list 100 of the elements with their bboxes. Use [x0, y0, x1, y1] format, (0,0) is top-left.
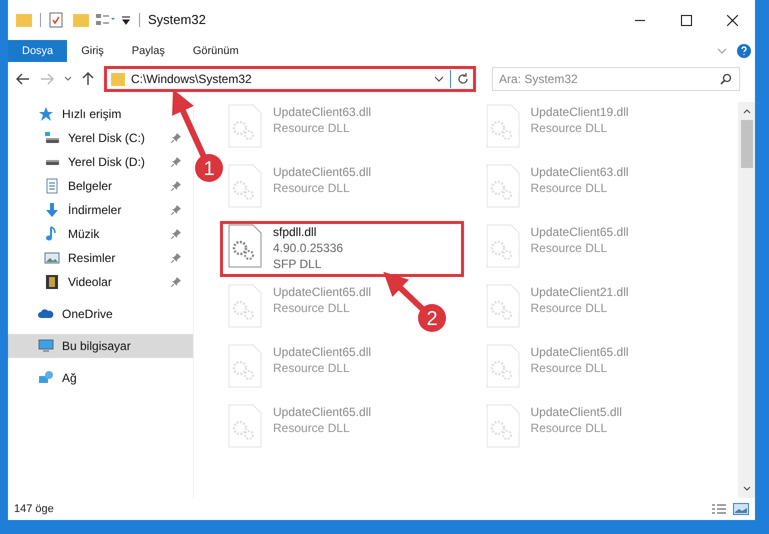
dll-file-icon: [227, 224, 263, 268]
pin-icon: [171, 253, 181, 263]
up-arrow-icon[interactable]: [82, 72, 94, 86]
file-name: UpdateClient65.dll: [273, 404, 372, 420]
sidebar-label: İndirmeler: [68, 202, 122, 219]
close-icon[interactable]: [726, 14, 738, 26]
dll-file-icon: [227, 164, 263, 208]
search-field[interactable]: Ara: System32: [492, 67, 740, 91]
drive-icon: [46, 160, 58, 164]
sidebar-label: Ağ: [62, 370, 77, 387]
ribbon-tab[interactable]: Dosya: [8, 40, 68, 62]
recent-caret-icon[interactable]: [64, 76, 72, 82]
file-name: UpdateClient63.dll: [530, 164, 629, 180]
file-detail: Resource DLL: [530, 180, 608, 196]
sidebar-item[interactable]: OneDrive: [8, 302, 193, 326]
file-name: UpdateClient65.dll: [273, 164, 372, 180]
pin-icon: [171, 277, 181, 287]
file-detail: Resource DLL: [530, 360, 608, 376]
file-detail: 4.90.0.25336: [273, 240, 344, 256]
sidebar-item[interactable]: Yerel Disk (D:): [8, 150, 193, 174]
search-icon: [720, 73, 732, 85]
large-icons-view-icon[interactable]: [733, 503, 749, 515]
file-detail: SFP DLL: [273, 256, 322, 272]
film-icon: [44, 274, 60, 290]
sidebar-item[interactable]: Müzik: [8, 222, 193, 246]
sidebar-label: Yerel Disk (C:): [68, 130, 145, 147]
sidebar-label: Videolar: [68, 274, 112, 291]
dll-file-icon: [484, 404, 520, 448]
sidebar-item[interactable]: Resimler: [8, 246, 193, 270]
sidebar-item[interactable]: Ağ: [8, 366, 193, 390]
sidebar-item[interactable]: İndirmeler: [8, 198, 193, 222]
pin-icon: [171, 157, 181, 167]
dll-file-icon: [227, 104, 263, 148]
callout-number: 1: [203, 158, 215, 180]
sidebar-item[interactable]: Videolar: [8, 270, 193, 294]
expand-ribbon-icon[interactable]: [717, 47, 727, 55]
customize-arrow-icon[interactable]: [121, 15, 131, 25]
file-detail: Resource DLL: [273, 120, 351, 136]
address-path: C:\Windows\System32: [131, 71, 252, 88]
scroll-up-icon[interactable]: [742, 108, 750, 114]
dll-file-icon: [227, 344, 263, 388]
pin-icon: [171, 205, 181, 215]
sidebar-label: Müzik: [68, 226, 100, 243]
dll-file-icon: [484, 224, 520, 268]
file-name: UpdateClient65.dll: [273, 284, 372, 300]
pin-icon: [171, 181, 181, 191]
network-icon: [38, 370, 54, 386]
callout-circle: [195, 154, 223, 182]
ribbon-tab[interactable]: Görünüm: [178, 40, 253, 62]
address-bar[interactable]: C:\Windows\System32: [104, 66, 476, 92]
scrollbar[interactable]: [738, 102, 755, 498]
file-name: UpdateClient5.dll: [530, 404, 622, 420]
sidebar-item[interactable]: Bu bilgisayar: [8, 334, 193, 358]
refresh-icon[interactable]: [457, 73, 469, 85]
document-icon: [44, 178, 60, 194]
file-detail: Resource DLL: [273, 360, 351, 376]
details-view-icon[interactable]: [711, 503, 727, 515]
file-detail: Resource DLL: [530, 420, 608, 436]
dll-file-icon: [484, 164, 520, 208]
sidebar-label: Hızlı erişim: [62, 106, 122, 123]
file-detail: Resource DLL: [273, 420, 351, 436]
file-name: UpdateClient21.dll: [530, 284, 629, 300]
sidebar-label: Bu bilgisayar: [62, 338, 131, 355]
item-count: 147 öge: [14, 502, 54, 517]
file-detail: Resource DLL: [530, 300, 608, 316]
help-icon[interactable]: [737, 44, 751, 58]
pin-icon: [171, 229, 181, 239]
sidebar-label: OneDrive: [62, 306, 113, 323]
file-tile[interactable]: sfpdll.dll 4.90.0.25336 SFP DLL: [223, 224, 461, 274]
view-menu-icon[interactable]: [95, 13, 117, 27]
folder-icon: [111, 72, 125, 86]
ribbon-tab[interactable]: Giriş: [67, 40, 118, 62]
pin-icon: [171, 133, 181, 143]
ribbon-tab[interactable]: Paylaş: [118, 40, 179, 62]
file-name: UpdateClient65.dll: [273, 344, 372, 360]
dropdown-caret-icon[interactable]: [434, 76, 444, 82]
back-arrow-icon[interactable]: [16, 73, 30, 85]
file-name: UpdateClient19.dll: [530, 104, 629, 120]
maximize-icon[interactable]: [680, 14, 692, 26]
callout-number: 2: [426, 308, 438, 330]
scrollbar-thumb[interactable]: [740, 120, 752, 168]
sidebar-item[interactable]: Belgeler: [8, 174, 193, 198]
sidebar-label: Yerel Disk (D:): [68, 154, 145, 171]
file-name: UpdateClient65.dll: [530, 344, 629, 360]
drive-icon: [44, 130, 60, 146]
download-arrow-icon: [44, 202, 60, 218]
dll-file-icon: [484, 284, 520, 328]
callout-circle: [418, 304, 446, 332]
scroll-down-icon[interactable]: [742, 486, 750, 492]
file-detail: Resource DLL: [273, 300, 351, 316]
sidebar-label: Resimler: [68, 250, 116, 267]
file-detail: Resource DLL: [273, 180, 351, 196]
dll-file-icon: [484, 104, 520, 148]
sidebar-item[interactable]: Hızlı erişim: [8, 102, 193, 126]
star-icon: [38, 106, 54, 122]
file-name: UpdateClient63.dll: [273, 104, 372, 120]
dll-file-icon: [227, 404, 263, 448]
file-detail: Resource DLL: [530, 120, 608, 136]
sidebar-item[interactable]: Yerel Disk (C:): [8, 126, 193, 150]
computer-icon: [38, 338, 54, 354]
